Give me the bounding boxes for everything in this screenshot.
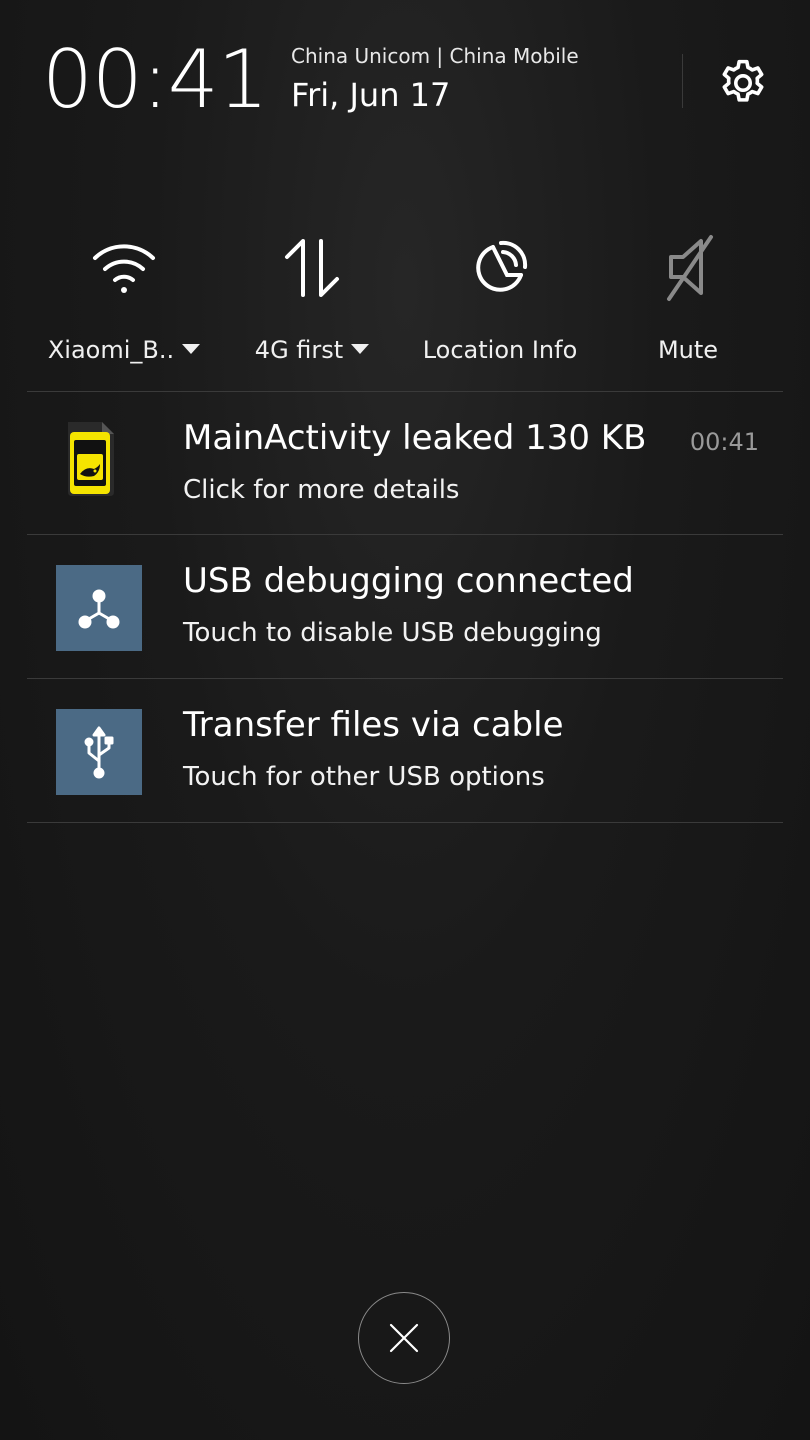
dropdown-caret-icon[interactable]	[351, 344, 370, 354]
notification-usb-debugging[interactable]: USB debugging connected Touch to disable…	[27, 535, 783, 678]
notification-subtitle: Touch to disable USB debugging	[183, 618, 602, 648]
toggle-mute[interactable]: Mute	[594, 220, 782, 380]
header-divider	[682, 54, 683, 108]
carrier-name: China Unicom | China Mobile	[291, 44, 579, 68]
usb-debug-icon	[56, 565, 142, 651]
leakcanary-icon	[56, 422, 142, 508]
toggle-wifi[interactable]: Xiaomi_B..	[30, 220, 218, 380]
toggle-data-label: 4G first	[254, 336, 344, 364]
toggle-mute-label: Mute	[657, 336, 719, 364]
notification-time: 00:41	[689, 428, 759, 456]
notification-leak[interactable]: MainActivity leaked 130 KB 00:41 Click f…	[27, 392, 783, 535]
settings-button[interactable]	[714, 54, 772, 112]
notification-title: Transfer files via cable	[183, 705, 564, 745]
gear-icon	[722, 59, 764, 102]
mute-icon	[648, 228, 728, 308]
close-icon	[389, 1323, 419, 1353]
dropdown-caret-icon[interactable]	[182, 344, 201, 354]
notification-subtitle: Click for more details	[183, 475, 460, 505]
toggle-location-label: Location Info	[422, 336, 578, 364]
notification-subtitle: Touch for other USB options	[183, 762, 545, 792]
usb-icon	[56, 709, 142, 795]
data-arrows-icon	[272, 228, 352, 308]
notification-usb-transfer[interactable]: Transfer files via cable Touch for other…	[27, 679, 783, 822]
notification-title: USB debugging connected	[183, 561, 634, 601]
wifi-icon	[84, 228, 164, 308]
clock[interactable]: 00:41	[42, 34, 269, 126]
quick-toggles: Xiaomi_B.. 4G first Location Info Mute	[30, 220, 780, 380]
location-icon	[460, 228, 540, 308]
divider	[27, 822, 783, 823]
toggle-mobile-data[interactable]: 4G first	[218, 220, 406, 380]
toggle-location[interactable]: Location Info	[406, 220, 594, 380]
notification-title: MainActivity leaked 130 KB	[183, 418, 647, 458]
clear-notifications-button[interactable]	[358, 1292, 450, 1384]
toggle-wifi-label: Xiaomi_B..	[47, 336, 175, 364]
date[interactable]: Fri, Jun 17	[291, 76, 450, 114]
